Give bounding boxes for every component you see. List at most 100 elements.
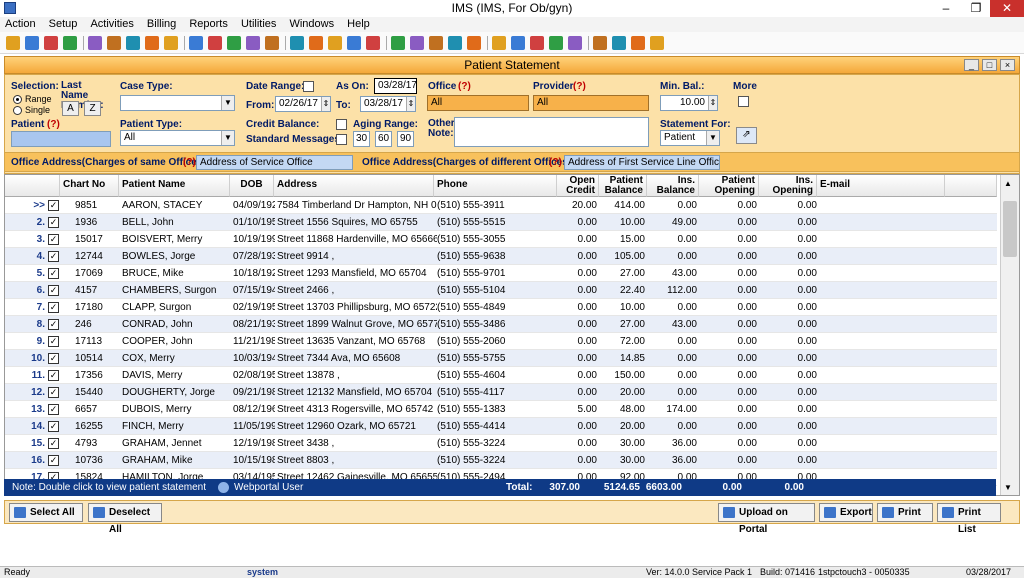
date-range-checkbox[interactable] <box>303 81 314 92</box>
table-row[interactable]: 5.✓ 17069 BRUCE, Mike 10/18/1929Street 1293… <box>5 265 997 282</box>
toolbar-tool-icon[interactable] <box>246 36 260 50</box>
form-minimize-button[interactable]: _ <box>964 59 979 71</box>
toolbar-tool-icon[interactable] <box>328 36 342 50</box>
table-row[interactable]: 3.✓ 15017 BOISVERT, Merry 10/19/1991Street … <box>5 231 997 248</box>
spin-icon[interactable]: ⇕ <box>708 96 717 110</box>
row-checkbox[interactable]: ✓ <box>48 438 59 449</box>
standard-messages-checkbox[interactable] <box>336 134 347 145</box>
header-phone[interactable]: Phone <box>434 175 557 197</box>
table-row[interactable]: 9.✓ 17113 COOPER, John 11/21/1985Street 136… <box>5 333 997 350</box>
office-field[interactable]: All <box>427 95 529 111</box>
table-row[interactable]: 11.✓ 17356 DAVIS, Merry 02/08/1959Street 13… <box>5 367 997 384</box>
row-checkbox[interactable]: ✓ <box>48 370 59 381</box>
header-patient-name[interactable]: Patient Name <box>119 175 230 197</box>
row-checkbox[interactable]: ✓ <box>48 302 59 313</box>
header-chart-no[interactable]: Chart No <box>60 175 119 197</box>
range-radio[interactable] <box>13 95 22 104</box>
toolbar-tool-icon[interactable] <box>126 36 140 50</box>
row-checkbox[interactable]: ✓ <box>48 387 59 398</box>
spin-icon[interactable]: ⇕ <box>406 97 415 111</box>
toolbar-tool-icon[interactable] <box>63 36 77 50</box>
toolbar-tool-icon[interactable] <box>347 36 361 50</box>
table-row[interactable]: 4.✓ 12744 BOWLES, Jorge 07/28/1938Street 99… <box>5 248 997 265</box>
row-checkbox[interactable]: ✓ <box>48 336 59 347</box>
toolbar-tool-icon[interactable] <box>631 36 645 50</box>
aging-90-field[interactable]: 90 <box>397 131 414 147</box>
row-checkbox[interactable]: ✓ <box>48 353 59 364</box>
table-row[interactable]: 12.✓ 15440 DOUGHERTY, Jorge 09/21/1985Stree… <box>5 384 997 401</box>
table-row[interactable]: 7.✓ 17180 CLAPP, Surgon 02/19/1950Street 13… <box>5 299 997 316</box>
more-checkbox[interactable] <box>738 96 749 107</box>
menu-reports[interactable]: Reports <box>184 17 233 32</box>
addr-diff-field[interactable]: Address of First Service Line Office <box>564 155 720 170</box>
menu-utilities[interactable]: Utilities <box>236 17 281 32</box>
toolbar-tool-icon[interactable] <box>189 36 203 50</box>
table-row[interactable]: 15.✓ 4793 GRAHAM, Jennet 12/19/1983Street 3… <box>5 435 997 452</box>
toolbar-tool-icon[interactable] <box>530 36 544 50</box>
toolbar-tool-icon[interactable] <box>25 36 39 50</box>
toolbar-tool-icon[interactable] <box>309 36 323 50</box>
addr-same-field[interactable]: Address of Service Office <box>196 155 353 170</box>
toolbar-tool-icon[interactable] <box>366 36 380 50</box>
patient-type-select[interactable]: All ▼ <box>120 130 235 146</box>
case-type-select[interactable]: ▼ <box>120 95 235 111</box>
toolbar-tool-icon[interactable] <box>448 36 462 50</box>
menu-activities[interactable]: Activities <box>85 17 138 32</box>
row-checkbox[interactable]: ✓ <box>48 285 59 296</box>
toolbar-tool-icon[interactable] <box>44 36 58 50</box>
toolbar-tool-icon[interactable] <box>467 36 481 50</box>
table-row[interactable]: 14.✓ 16255 FINCH, Merry 11/05/1997Street 12… <box>5 418 997 435</box>
upload-portal-button[interactable]: Upload on Portal <box>718 503 815 535</box>
row-checkbox[interactable]: ✓ <box>48 404 59 415</box>
toolbar-tool-icon[interactable] <box>511 36 525 50</box>
menu-billing[interactable]: Billing <box>142 17 181 32</box>
toolbar-tool-icon[interactable] <box>88 36 102 50</box>
restore-button[interactable]: ❐ <box>962 0 990 17</box>
table-row[interactable]: 13.✓ 6657 DUBOIS, Merry 08/12/1964Street 43… <box>5 401 997 418</box>
other-note-field[interactable] <box>454 117 649 147</box>
form-restore-button[interactable]: □ <box>982 59 997 71</box>
toolbar-tool-icon[interactable] <box>410 36 424 50</box>
office-help-link[interactable]: (?) <box>458 81 471 92</box>
select-all-button[interactable]: Select All <box>9 503 83 522</box>
toolbar-tool-icon[interactable] <box>6 36 20 50</box>
to-date-field[interactable]: 03/28/17 ⇕ <box>360 96 416 112</box>
row-checkbox[interactable]: ✓ <box>48 234 59 245</box>
header-address[interactable]: Address <box>274 175 434 197</box>
toolbar-tool-icon[interactable] <box>391 36 405 50</box>
as-on-field[interactable]: 03/28/17 <box>374 78 417 94</box>
toolbar-tool-icon[interactable] <box>164 36 178 50</box>
toolbar-tool-icon[interactable] <box>227 36 241 50</box>
row-checkbox[interactable]: ✓ <box>48 421 59 432</box>
table-row[interactable]: 8.✓ 246 CONRAD, John 08/21/1938Street 1899 … <box>5 316 997 333</box>
header-patient-opening-bal[interactable]: Patient Opening Bal. <box>699 175 759 197</box>
scroll-down-icon[interactable]: ▼ <box>1004 483 1012 492</box>
header-dob[interactable]: DOB <box>230 175 274 197</box>
toolbar-tool-icon[interactable] <box>549 36 563 50</box>
scroll-thumb[interactable] <box>1003 201 1017 257</box>
toolbar-tool-icon[interactable] <box>429 36 443 50</box>
row-checkbox[interactable]: ✓ <box>48 268 59 279</box>
row-checkbox[interactable]: ✓ <box>48 319 59 330</box>
row-checkbox[interactable]: ✓ <box>48 251 59 262</box>
credit-balance-checkbox[interactable] <box>336 119 347 130</box>
toolbar-tool-icon[interactable] <box>107 36 121 50</box>
print-button[interactable]: Print <box>877 503 933 522</box>
scroll-up-icon[interactable]: ▲ <box>1004 179 1012 188</box>
minimize-button[interactable]: – <box>932 0 960 17</box>
row-checkbox[interactable]: ✓ <box>48 217 59 228</box>
table-row[interactable]: 6.✓ 4157 CHAMBERS, Surgon 07/15/1944Street … <box>5 282 997 299</box>
export-button[interactable]: Export <box>819 503 873 522</box>
aging-60-field[interactable]: 60 <box>375 131 392 147</box>
provider-field[interactable]: All <box>533 95 649 111</box>
provider-help-link[interactable]: (?) <box>573 81 586 92</box>
from-date-field[interactable]: 02/26/17 ⇕ <box>275 96 331 112</box>
deselect-all-button[interactable]: Deselect All <box>88 503 162 535</box>
statement-for-select[interactable]: Patient ▼ <box>660 130 720 146</box>
header-open-credit[interactable]: Open Credit <box>557 175 599 197</box>
min-bal-field[interactable]: 10.00 ⇕ <box>660 95 718 111</box>
toolbar-tool-icon[interactable] <box>492 36 506 50</box>
vertical-scrollbar[interactable]: ▲ ▼ <box>1000 175 1019 495</box>
table-row[interactable]: 2.✓ 1936 BELL, John 01/10/1952Street 1556 S… <box>5 214 997 231</box>
addr-diff-help-link[interactable]: (?) <box>549 157 562 168</box>
